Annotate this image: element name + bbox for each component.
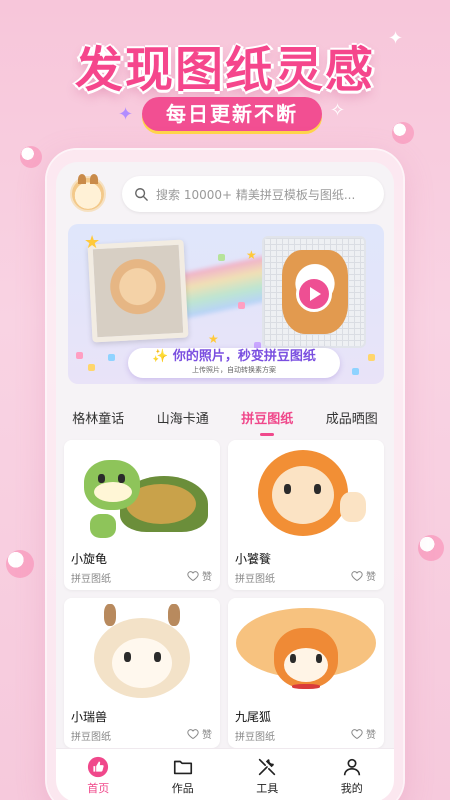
like-button[interactable]: 赞 bbox=[187, 568, 212, 583]
like-button[interactable]: 赞 bbox=[351, 726, 376, 741]
promo-subline: 每日更新不断 bbox=[142, 97, 322, 131]
nav-me[interactable]: 我的 bbox=[341, 756, 363, 796]
heart-icon bbox=[187, 570, 199, 581]
star-icon: ★ bbox=[246, 248, 257, 262]
promo-banner[interactable]: ★ ★ ★ ✨ 你的照片，秒变拼豆图纸 上传照片，自动转换素方案 bbox=[68, 224, 384, 384]
sparkle-icon: ✧ bbox=[330, 100, 346, 121]
sparkle-icon: ✦ bbox=[118, 104, 134, 125]
banner-caption: ✨ 你的照片，秒变拼豆图纸 上传照片，自动转换素方案 bbox=[128, 348, 340, 378]
category-tabs: 格林童话 山海卡通 拼豆图纸 成品晒图 bbox=[56, 408, 394, 436]
card-title: 小旋龟 bbox=[71, 552, 108, 566]
nav-tools[interactable]: 工具 bbox=[256, 756, 278, 796]
tab-bead-patterns[interactable]: 拼豆图纸 bbox=[237, 408, 297, 436]
cat-photo bbox=[87, 239, 189, 343]
pattern-card[interactable]: 小瑞兽 拼豆图纸 赞 bbox=[64, 598, 220, 748]
like-label: 赞 bbox=[202, 572, 212, 583]
card-category: 拼豆图纸 bbox=[71, 574, 111, 585]
nav-label: 作品 bbox=[171, 781, 194, 795]
bead-decoration bbox=[20, 146, 42, 168]
card-title: 九尾狐 bbox=[235, 710, 272, 724]
star-icon: ★ bbox=[208, 332, 219, 346]
search-bar[interactable]: 搜索 10000+ 精美拼豆模板与图纸... bbox=[122, 176, 384, 212]
card-title: 小饕餮 bbox=[235, 552, 272, 566]
thumbs-up-icon bbox=[88, 756, 109, 777]
pattern-image-ruishou bbox=[64, 598, 220, 704]
nav-home[interactable]: 首页 bbox=[87, 756, 109, 796]
like-label: 赞 bbox=[366, 730, 376, 741]
mascot-avatar[interactable] bbox=[70, 174, 106, 212]
bottom-nav: 首页 作品 工具 我的 bbox=[56, 748, 394, 800]
tab-grimm-tales[interactable]: 格林童话 bbox=[68, 408, 128, 434]
banner-subtitle: 上传照片，自动转换素方案 bbox=[192, 366, 276, 374]
tab-shanhai-cartoon[interactable]: 山海卡通 bbox=[153, 408, 213, 434]
nav-label: 我的 bbox=[340, 781, 363, 795]
search-placeholder: 搜索 10000+ 精美拼豆模板与图纸... bbox=[156, 187, 356, 202]
like-label: 赞 bbox=[366, 572, 376, 583]
tab-finished-showcase[interactable]: 成品晒图 bbox=[322, 408, 382, 434]
pattern-image-turtle bbox=[64, 440, 220, 546]
app-screen: 搜索 10000+ 精美拼豆模板与图纸... ★ ★ ★ ✨ 你的照片，秒变拼豆… bbox=[56, 162, 394, 800]
banner-title: ✨ 你的照片，秒变拼豆图纸 bbox=[152, 349, 316, 364]
rainbow-decoration bbox=[176, 253, 276, 321]
card-category: 拼豆图纸 bbox=[71, 732, 111, 743]
like-button[interactable]: 赞 bbox=[187, 726, 212, 741]
person-icon bbox=[343, 758, 360, 775]
nav-label: 首页 bbox=[87, 781, 110, 795]
promo-headline: 发现图纸灵感 bbox=[74, 42, 375, 98]
pattern-card[interactable]: 小旋龟 拼豆图纸 赞 bbox=[64, 440, 220, 590]
pattern-card[interactable]: 九尾狐 拼豆图纸 赞 bbox=[228, 598, 384, 748]
app-header: 搜索 10000+ 精美拼豆模板与图纸... bbox=[56, 172, 394, 216]
play-button[interactable] bbox=[296, 276, 332, 312]
pattern-image-fox bbox=[228, 598, 384, 704]
card-category: 拼豆图纸 bbox=[235, 574, 275, 585]
pattern-image-lion bbox=[228, 440, 384, 546]
folder-icon bbox=[173, 760, 192, 774]
sparkle-icon: ✦ bbox=[388, 28, 404, 49]
like-label: 赞 bbox=[202, 730, 212, 741]
sparkle-icon: ✦ bbox=[96, 44, 112, 65]
tools-icon bbox=[259, 758, 276, 775]
bead-decoration bbox=[418, 535, 444, 561]
bead-decoration bbox=[6, 550, 34, 578]
nav-label: 工具 bbox=[256, 781, 279, 795]
heart-icon bbox=[187, 728, 199, 739]
heart-icon bbox=[351, 728, 363, 739]
nav-works[interactable]: 作品 bbox=[172, 756, 194, 796]
bead-decoration bbox=[392, 122, 414, 144]
pattern-card[interactable]: 小饕餮 拼豆图纸 赞 bbox=[228, 440, 384, 590]
like-button[interactable]: 赞 bbox=[351, 568, 376, 583]
card-category: 拼豆图纸 bbox=[235, 732, 275, 743]
card-title: 小瑞兽 bbox=[71, 710, 108, 724]
search-icon bbox=[135, 188, 148, 201]
heart-icon bbox=[351, 570, 363, 581]
star-icon: ★ bbox=[84, 232, 101, 253]
